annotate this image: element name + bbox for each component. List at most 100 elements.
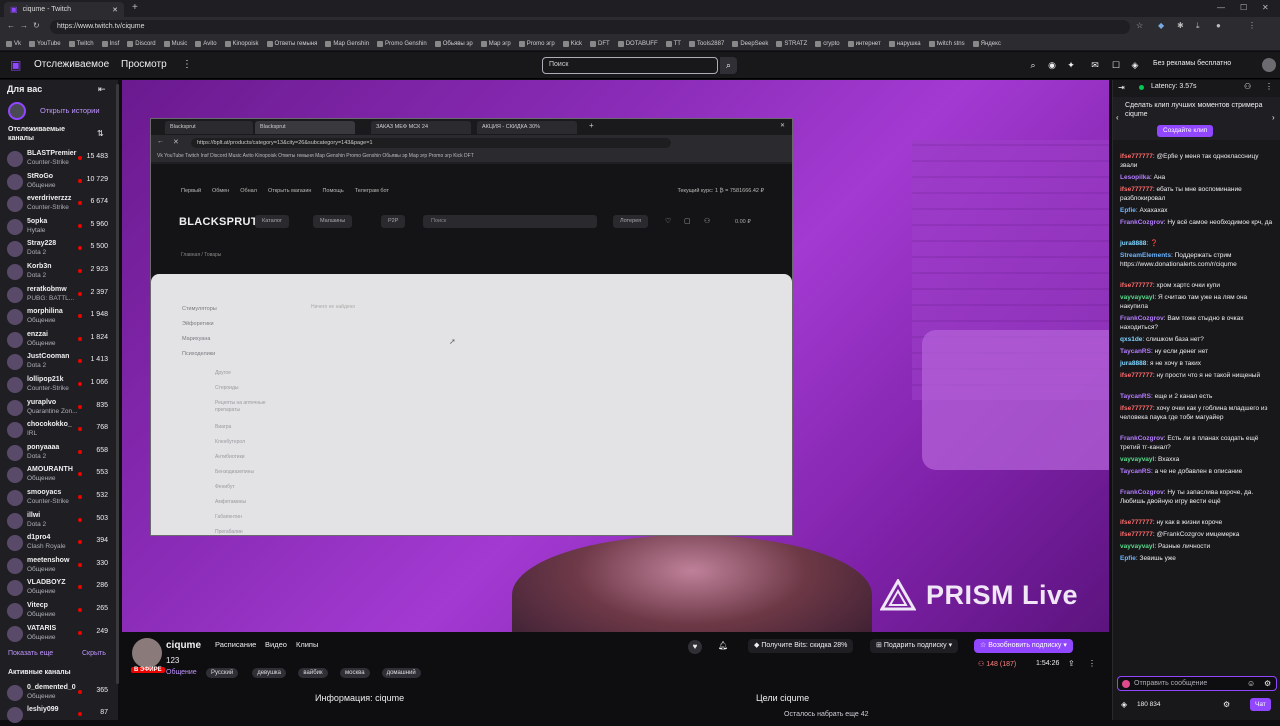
search-button[interactable]: ⌕ bbox=[720, 57, 737, 74]
share-icon[interactable]: ⇪ bbox=[1068, 659, 1075, 668]
chat-username[interactable]: Epfie bbox=[1120, 555, 1136, 562]
chat-settings-gear-icon[interactable]: ⚙ bbox=[1223, 700, 1230, 709]
search-input[interactable]: Поиск bbox=[542, 57, 718, 74]
category-link[interactable]: Общение bbox=[166, 669, 197, 676]
follow-heart-icon[interactable]: ♥ bbox=[688, 640, 702, 654]
nav-browse[interactable]: Просмотр bbox=[121, 59, 167, 70]
resubscribe-button[interactable]: ☆ Возобновить подписку ▾ bbox=[974, 639, 1073, 653]
stream-tag[interactable]: Русский bbox=[206, 668, 239, 678]
chat-identity-icon[interactable] bbox=[1122, 680, 1130, 688]
chat-username[interactable]: jura8888 bbox=[1120, 240, 1146, 247]
chat-username[interactable]: ifse777777 bbox=[1120, 519, 1153, 526]
no-ads-button[interactable]: Без рекламы бесплатно bbox=[1153, 60, 1231, 67]
sidebar-channel[interactable]: illwi Dota 2 503 bbox=[0, 510, 118, 532]
bookmark-item[interactable]: TT bbox=[665, 40, 681, 47]
bookmark-item[interactable]: Яндекс bbox=[972, 40, 1001, 47]
chat-username[interactable]: ifse777777 bbox=[1120, 372, 1153, 379]
chat-username[interactable]: TaycanRS bbox=[1120, 468, 1151, 475]
sidebar-channel[interactable]: reratkobmw PUBG: BATTL... 2 397 bbox=[0, 284, 118, 306]
collapse-sidebar-icon[interactable]: ⇤ bbox=[98, 84, 106, 95]
profile-icon[interactable]: ● bbox=[1216, 21, 1221, 30]
more-options-icon[interactable]: ⋮ bbox=[1088, 659, 1096, 668]
url-field[interactable]: https://www.twitch.tv/ciqume bbox=[50, 20, 1130, 34]
streamer-avatar[interactable] bbox=[132, 638, 162, 668]
stream-tag[interactable]: вайбик bbox=[298, 668, 328, 678]
collapse-chat-icon[interactable]: ⇥ bbox=[1118, 83, 1125, 92]
user-avatar[interactable] bbox=[1262, 58, 1276, 72]
maximize-icon[interactable]: ☐ bbox=[1240, 3, 1247, 12]
bookmark-item[interactable]: интернет bbox=[847, 40, 881, 47]
get-bits-button[interactable]: ◆ Получите Bits: скидка 28% bbox=[748, 639, 854, 653]
sidebar-channel[interactable]: AMOURANTH Общение 553 bbox=[0, 464, 118, 486]
channel-points-icon[interactable]: ◈ bbox=[1121, 700, 1127, 709]
chat-username[interactable]: vayvayvayl bbox=[1120, 543, 1154, 550]
sidebar-channel[interactable]: leshiy099 87 bbox=[0, 704, 118, 726]
bookmark-item[interactable]: Promo Genshin bbox=[377, 40, 427, 47]
chat-username[interactable]: ifse777777 bbox=[1120, 531, 1153, 538]
inbox-icon[interactable]: ✉ bbox=[1090, 60, 1100, 70]
sidebar-channel[interactable]: 0_demented_0 Общение 365 bbox=[0, 682, 118, 704]
chat-popout-icon[interactable]: ⋮ bbox=[1265, 82, 1273, 91]
bookmark-item[interactable]: нарушка bbox=[888, 40, 921, 47]
sidebar-channel[interactable]: smooyacs Counter-Strike 532 bbox=[0, 487, 118, 509]
forward-icon[interactable]: → bbox=[20, 21, 28, 30]
chat-username[interactable]: FrankCozgrov bbox=[1120, 435, 1164, 442]
bookmark-item[interactable]: Music bbox=[163, 40, 187, 47]
extensions-puzzle-icon[interactable]: ✱ bbox=[1177, 21, 1184, 30]
close-window-icon[interactable]: ✕ bbox=[1262, 3, 1269, 12]
clips-link[interactable]: Клипы bbox=[296, 640, 318, 649]
hide-link[interactable]: Скрыть bbox=[82, 650, 106, 657]
sidebar-channel[interactable]: lollipop21k Counter-Strike 1 066 bbox=[0, 374, 118, 396]
chat-username[interactable]: StreamElements bbox=[1120, 252, 1171, 259]
nav-more-icon[interactable]: ⋮ bbox=[182, 59, 192, 70]
minimize-icon[interactable]: — bbox=[1217, 3, 1225, 12]
browser-tab-twitch[interactable]: ▣ ciqume - Twitch ✕ bbox=[4, 2, 124, 17]
chat-username[interactable]: vayvayvayl bbox=[1120, 294, 1154, 301]
clip-next-icon[interactable]: › bbox=[1272, 113, 1275, 122]
bookmark-item[interactable]: Insf bbox=[101, 40, 119, 47]
sidebar-channel[interactable]: JustCooman Dota 2 1 413 bbox=[0, 351, 118, 373]
videos-link[interactable]: Видео bbox=[265, 640, 287, 649]
sidebar-channel[interactable]: enzzai Общение 1 824 bbox=[0, 329, 118, 351]
bookmark-item[interactable]: Avito bbox=[195, 40, 217, 47]
chat-username[interactable]: FrankCozgrov bbox=[1120, 219, 1164, 226]
chat-settings-icon[interactable]: ⚙ bbox=[1264, 679, 1271, 688]
nav-following[interactable]: Отслеживаемое bbox=[34, 59, 109, 70]
chat-username[interactable]: FrankCozgrov bbox=[1120, 489, 1164, 496]
bookmark-item[interactable]: Ответы гемыня bbox=[266, 40, 317, 47]
bits-icon[interactable]: ◈ bbox=[1130, 60, 1140, 70]
sidebar-channel[interactable]: StRoGo Общение 10 729 bbox=[0, 171, 118, 193]
whispers-icon[interactable]: ☐ bbox=[1111, 60, 1121, 70]
bookmark-item[interactable]: Promo эгр bbox=[518, 40, 555, 47]
reload-icon[interactable]: ↻ bbox=[33, 21, 40, 30]
sidebar-channel[interactable]: yuraplvo Quarantine Zon... 835 bbox=[0, 397, 118, 419]
chat-username[interactable]: jura8888 bbox=[1120, 360, 1146, 367]
bookmark-item[interactable]: Twitch bbox=[68, 40, 94, 47]
downloads-icon[interactable]: ⤓ bbox=[1196, 21, 1200, 31]
schedule-link[interactable]: Расписание bbox=[215, 640, 256, 649]
sidebar-channel[interactable]: ponyaaaa Dota 2 658 bbox=[0, 442, 118, 464]
chat-username[interactable]: ifse777777 bbox=[1120, 186, 1153, 193]
chat-username[interactable]: FrankCozgrov bbox=[1120, 315, 1164, 322]
sidebar-channel[interactable]: morphilina Общение 1 948 bbox=[0, 306, 118, 328]
browser-menu-icon[interactable]: ⋮ bbox=[1248, 21, 1256, 30]
sidebar-channel[interactable]: Korb3n Dota 2 2 923 bbox=[0, 261, 118, 283]
sidebar-channel[interactable]: 5opka Hytale 5 960 bbox=[0, 216, 118, 238]
bookmark-item[interactable]: Обьявы эр bbox=[434, 40, 473, 47]
sort-icon[interactable]: ⇅ bbox=[97, 129, 104, 138]
streamer-name[interactable]: ciqume bbox=[166, 640, 201, 651]
sidebar-channel[interactable]: VLADBOYZ Общение 286 bbox=[0, 577, 118, 599]
video-player[interactable]: PRISM Live Blacksprut Blacksprut ЗАКАЗ М… bbox=[122, 80, 1109, 632]
clip-prev-icon[interactable]: ‹ bbox=[1116, 113, 1119, 122]
crowns-icon[interactable]: ✦ bbox=[1066, 60, 1076, 70]
bookmark-item[interactable]: Мар эгр bbox=[480, 40, 511, 47]
chat-username[interactable]: ifse777777 bbox=[1120, 153, 1153, 160]
bookmark-item[interactable]: Discord bbox=[127, 40, 156, 47]
sidebar-channel[interactable]: Stray228 Dota 2 5 500 bbox=[0, 238, 118, 260]
sidebar-channel[interactable]: VATARIS Общение 249 bbox=[0, 623, 118, 645]
bookmark-item[interactable]: crypto bbox=[815, 40, 840, 47]
show-more-link[interactable]: Показать еще bbox=[8, 650, 53, 657]
open-stories-button[interactable]: Открыть истории bbox=[6, 102, 114, 120]
chat-username[interactable]: TaycanRS bbox=[1120, 348, 1151, 355]
sidebar-channel[interactable]: chocokokko_ IRL 768 bbox=[0, 419, 118, 441]
